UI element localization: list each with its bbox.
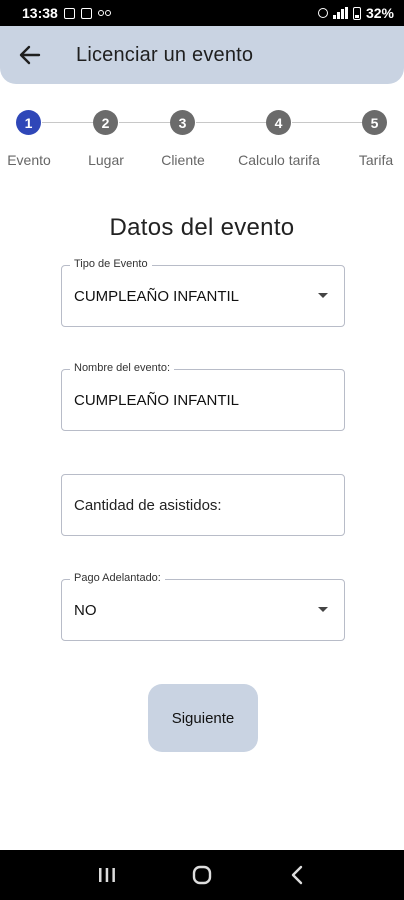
back-button[interactable] — [0, 26, 60, 84]
recent-apps-button[interactable] — [92, 860, 122, 890]
page-title: Licenciar un evento — [76, 43, 254, 66]
attendees-count-placeholder: Cantidad de asistidos: — [74, 496, 222, 514]
arrow-left-icon — [19, 45, 41, 65]
system-back-button[interactable] — [282, 860, 312, 890]
event-type-dropdown[interactable]: Tipo de Evento CUMPLEAÑO INFANTIL — [61, 258, 345, 327]
section-title: Datos del evento — [109, 214, 295, 241]
step-connector — [196, 122, 266, 123]
app-bar: Licenciar un evento — [0, 26, 404, 84]
step-connector — [42, 122, 93, 123]
app-notification-icon — [80, 7, 92, 19]
step-2-label: Lugar — [88, 152, 124, 168]
home-icon — [192, 865, 212, 885]
event-name-value: CUMPLEAÑO INFANTIL — [74, 391, 240, 409]
step-3-label: Cliente — [161, 152, 205, 168]
battery-icon — [352, 6, 361, 20]
status-bar: 13:38 32% — [0, 0, 404, 26]
step-2-circle[interactable]: 2 — [93, 110, 118, 135]
step-1-label: Evento — [7, 152, 51, 168]
stepper: 1 2 3 4 5 Evento Lugar Cliente Calculo t… — [0, 108, 404, 178]
signal-icon — [332, 7, 348, 19]
step-connector — [292, 122, 362, 123]
event-name-field[interactable]: Nombre del evento: CUMPLEAÑO INFANTIL — [61, 362, 345, 431]
attendees-count-field[interactable]: Cantidad de asistidos: — [61, 474, 345, 536]
system-nav-bar — [0, 850, 404, 900]
recent-apps-icon — [99, 868, 116, 882]
advance-payment-value: NO — [74, 601, 97, 619]
status-time: 13:38 — [22, 5, 58, 21]
home-button[interactable] — [187, 860, 217, 890]
advance-payment-dropdown[interactable]: Pago Adelantado: NO — [61, 572, 345, 641]
dropdown-arrow-icon — [318, 607, 328, 612]
dropdown-arrow-icon — [318, 293, 328, 298]
event-type-value: CUMPLEAÑO INFANTIL — [74, 287, 240, 305]
next-button[interactable]: Siguiente — [148, 684, 258, 752]
step-4-circle[interactable]: 4 — [266, 110, 291, 135]
chevron-left-icon — [291, 865, 302, 885]
gallery-notification-icon — [63, 7, 75, 19]
step-5-label: Tarifa — [358, 152, 394, 168]
battery-percent: 32% — [365, 5, 394, 21]
step-5-circle[interactable]: 5 — [362, 110, 387, 135]
step-1-circle[interactable]: 1 — [16, 110, 41, 135]
voicemail-icon — [97, 10, 111, 16]
step-4-label: Calculo tarifa — [238, 152, 320, 168]
alarm-icon — [317, 8, 328, 18]
step-connector — [119, 122, 170, 123]
step-3-circle[interactable]: 3 — [170, 110, 195, 135]
